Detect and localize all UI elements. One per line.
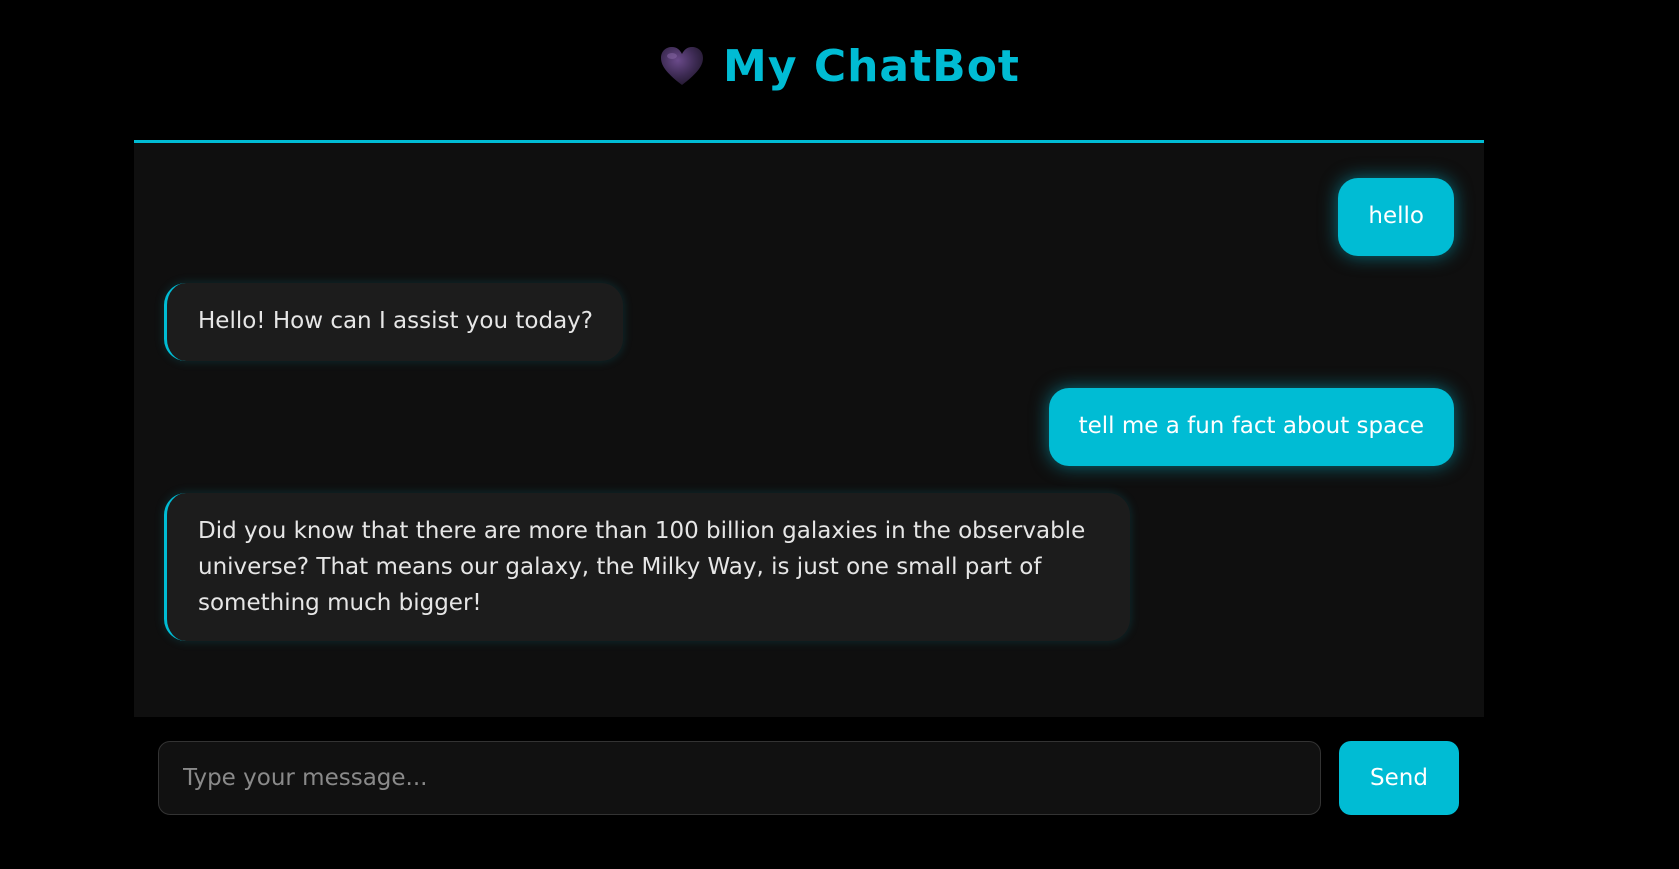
bot-message: Hello! How can I assist you today? — [164, 283, 623, 361]
message-list: hello Hello! How can I assist you today?… — [134, 143, 1484, 717]
send-button[interactable]: Send — [1339, 741, 1459, 815]
page-title: My ChatBot — [723, 40, 1020, 92]
user-message: hello — [1338, 178, 1454, 256]
header-title-group: My ChatBot — [659, 41, 1020, 92]
message-input[interactable] — [158, 741, 1321, 815]
app-header: My ChatBot — [0, 0, 1679, 142]
heart-icon — [659, 45, 705, 87]
input-bar: Send — [134, 717, 1484, 817]
user-message: tell me a fun fact about space — [1048, 388, 1454, 466]
bot-message: Did you know that there are more than 10… — [164, 493, 1130, 641]
chat-window[interactable]: hello Hello! How can I assist you today?… — [134, 140, 1484, 717]
